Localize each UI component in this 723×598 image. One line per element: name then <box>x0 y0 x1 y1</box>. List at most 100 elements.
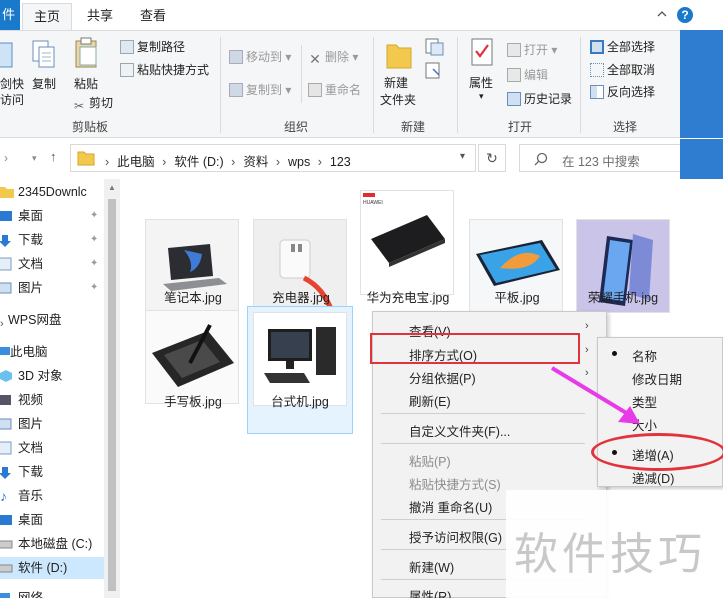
move-to-button[interactable]: 移动到 ▾ <box>229 48 291 65</box>
sidebar-item-drive-d[interactable]: 软件 (D:) <box>0 557 104 579</box>
menu-item-properties[interactable]: 属性(R) <box>409 586 451 598</box>
forward-arrow-icon[interactable]: › <box>4 151 8 165</box>
new-folder-label-2[interactable]: 文件夹 <box>380 91 416 108</box>
history-button[interactable]: 历史记录 <box>507 90 572 107</box>
properties-button[interactable]: 属性 <box>469 74 493 91</box>
pin-icon[interactable]: ✦ <box>90 210 98 222</box>
sidebar-item-documents[interactable]: 文档 ✦ <box>0 253 104 275</box>
ribbon-tab-bar: 件 主页 共享 查看 ? <box>0 0 723 30</box>
tab-view[interactable]: 查看 <box>130 3 176 30</box>
sidebar-item-downloads[interactable]: 下载 ✦ <box>0 229 104 251</box>
file-name[interactable]: 台式机.jpg <box>247 391 353 410</box>
thumbnail-drawing-tablet[interactable] <box>145 310 239 404</box>
menu-item-group-by[interactable]: 分组依据(P) <box>409 368 476 387</box>
sidebar-item-documents-pc[interactable]: 文档 <box>0 437 104 459</box>
highlight-oval <box>591 433 723 471</box>
open-icon <box>507 43 521 57</box>
pin-icon[interactable]: ✦ <box>90 258 98 270</box>
new-item-icon[interactable] <box>424 37 444 57</box>
sidebar-item-wps-cloud[interactable]: › WPS网盘 <box>0 309 104 331</box>
open-button[interactable]: 打开 ▾ <box>507 41 557 58</box>
thumbnail-power-bank[interactable]: HUAWEI <box>360 190 454 295</box>
delete-icon: ✕ <box>309 51 321 67</box>
scrollbar-thumb[interactable] <box>108 199 116 591</box>
tab-home[interactable]: 主页 <box>22 3 72 30</box>
file-name[interactable]: 手写板.jpg <box>145 391 241 410</box>
properties-dropdown-icon[interactable]: ▾ <box>479 91 484 102</box>
breadcrumb-item[interactable]: 资料 <box>243 155 268 169</box>
scroll-up-icon[interactable]: ▲ <box>108 183 116 192</box>
copy-to-icon <box>229 83 243 97</box>
paste-shortcut-button[interactable]: 粘贴快捷方式 <box>120 61 209 78</box>
sidebar-item-desktop[interactable]: 桌面 ✦ <box>0 205 104 227</box>
menu-item-customize-folder[interactable]: 自定义文件夹(F)... <box>409 421 510 440</box>
watermark-text: 软件技巧 <box>514 529 706 580</box>
new-folder-icon[interactable] <box>384 37 414 71</box>
pin-quick-access-label-2[interactable]: 访问 <box>0 91 24 108</box>
paste-icon[interactable] <box>72 37 102 71</box>
pin-icon[interactable]: ✦ <box>90 282 98 294</box>
menu-item-new[interactable]: 新建(W) <box>409 557 454 576</box>
sidebar-scrollbar[interactable]: ▲ <box>104 179 120 598</box>
select-none-button[interactable]: 全部取消 <box>590 61 655 78</box>
breadcrumb-item[interactable]: 软件 (D:) <box>174 155 223 169</box>
sidebar-item-drive-c[interactable]: 本地磁盘 (C:) <box>0 533 104 555</box>
ribbon-divider <box>580 37 581 133</box>
edit-button[interactable]: 编辑 <box>507 66 548 83</box>
menu-item-paste-shortcut[interactable]: 粘贴快捷方式(S) <box>409 474 501 493</box>
sidebar-item-2345downloads[interactable]: 2345Downlc <box>0 181 104 203</box>
sidebar-item-downloads-pc[interactable]: 下载 <box>0 461 104 483</box>
chevron-up-icon[interactable] <box>657 9 667 19</box>
search-box[interactable]: 在 123 中搜索 <box>519 144 681 172</box>
file-name[interactable]: 荣耀手机.jpg <box>570 287 676 306</box>
menu-item-paste[interactable]: 粘贴(P) <box>409 451 451 470</box>
tab-file[interactable]: 件 <box>0 0 20 30</box>
ribbon-divider <box>373 37 374 133</box>
address-dropdown-icon[interactable]: ▾ <box>460 151 465 162</box>
recent-locations-icon[interactable]: ▾ <box>32 153 37 164</box>
file-name[interactable]: 华为充电宝.jpg <box>355 287 461 306</box>
tab-share[interactable]: 共享 <box>78 3 122 30</box>
breadcrumb-item[interactable]: 此电脑 <box>117 155 155 169</box>
sidebar-item-3d-objects[interactable]: 3D 对象 <box>0 365 104 387</box>
address-bar[interactable]: › 此电脑 › 软件 (D:) › 资料 › wps › 123 ▾ <box>70 144 476 172</box>
menu-item-give-access[interactable]: 授予访问权限(G) <box>409 527 502 546</box>
up-arrow-icon[interactable]: ↑ <box>50 149 57 164</box>
rename-button[interactable]: 重命名 <box>308 81 361 98</box>
breadcrumb-item[interactable]: 123 <box>330 155 351 169</box>
cut-button[interactable]: ✂ 剪切 <box>72 94 113 113</box>
menu-item-refresh[interactable]: 刷新(E) <box>409 391 451 410</box>
select-all-button[interactable]: 全部选择 <box>590 38 655 55</box>
sidebar-item-music[interactable]: ♪ 音乐 <box>0 485 104 507</box>
sidebar-item-videos[interactable]: 视频 <box>0 389 104 411</box>
sidebar-item-network[interactable]: 网络 <box>0 587 104 598</box>
desktop-icon <box>0 211 12 221</box>
sidebar-item-this-pc[interactable]: 此电脑 <box>0 341 104 363</box>
sidebar-item-desktop-pc[interactable]: 桌面 <box>0 509 104 531</box>
copy-icon[interactable] <box>30 39 58 71</box>
delete-button[interactable]: ✕ 删除 ▾ <box>308 48 358 66</box>
copy-to-button[interactable]: 复制到 ▾ <box>229 81 291 98</box>
selected-bullet-icon <box>612 351 617 356</box>
file-name[interactable]: 笔记本.jpg <box>145 287 241 306</box>
invert-selection-button[interactable]: 反向选择 <box>590 83 655 100</box>
pin-to-quick-access-icon[interactable] <box>0 39 16 69</box>
navigation-pane: 2345Downlc 桌面 ✦ 下载 ✦ 文档 ✦ 图片 ✦ › WPS网盘 此电脑 3D… <box>0 179 120 598</box>
pin-icon[interactable]: ✦ <box>90 234 98 246</box>
help-icon[interactable]: ? <box>677 7 693 23</box>
sidebar-item-pictures[interactable]: 图片 ✦ <box>0 277 104 299</box>
breadcrumb-item[interactable]: wps <box>288 155 310 169</box>
sidebar-item-pictures-pc[interactable]: 图片 <box>0 413 104 435</box>
copy-path-button[interactable]: 复制路径 <box>120 38 185 55</box>
properties-icon[interactable] <box>468 37 496 69</box>
breadcrumb-separator-icon: › <box>275 155 280 169</box>
easy-access-icon[interactable] <box>424 61 444 81</box>
menu-item-undo-rename[interactable]: 撤消 重命名(U) <box>409 497 492 516</box>
new-folder-label-1[interactable]: 新建 <box>384 74 408 91</box>
file-name[interactable]: 平板.jpg <box>469 287 565 306</box>
pin-quick-access-label[interactable]: 剑快 <box>0 75 24 92</box>
copy-button[interactable]: 复制 <box>32 75 56 92</box>
paste-button[interactable]: 粘贴 <box>74 75 98 92</box>
file-name[interactable]: 充电器.jpg <box>253 287 349 306</box>
refresh-button[interactable]: ↻ <box>478 144 506 172</box>
